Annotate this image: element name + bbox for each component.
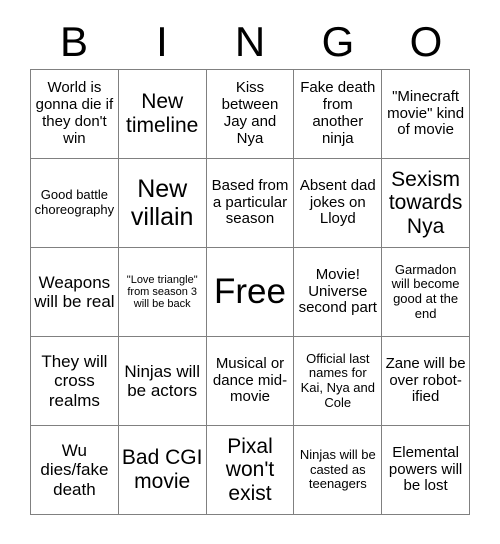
bingo-cell-label: Wu dies/fake death	[40, 441, 109, 499]
bingo-cell-label: Fake death from another ninja	[300, 79, 376, 147]
bingo-cell-label: Good battle choreography	[34, 187, 115, 217]
bingo-cell-label: Musical or dance mid-movie	[212, 354, 288, 406]
bingo-cell-label: New villain	[130, 175, 194, 231]
bingo-cell[interactable]: Movie! Universe second part	[294, 248, 383, 337]
bingo-cell-label: Elemental powers will be lost	[388, 443, 463, 495]
bingo-header-letter-o: O	[409, 17, 443, 65]
bingo-cell[interactable]: Good battle choreography	[31, 159, 119, 248]
bingo-cell[interactable]: Zane will be over robot-ified	[382, 337, 470, 426]
bingo-cell[interactable]: Ninjas will be casted as teenagers	[294, 426, 383, 515]
bingo-cell-label: Based from a particular season	[211, 176, 289, 228]
bingo-cell[interactable]: Based from a particular season	[206, 159, 295, 248]
bingo-cell[interactable]: Sexism towards Nya	[382, 159, 470, 248]
bingo-cell[interactable]: Absent dad jokes on Lloyd	[294, 159, 383, 248]
bingo-cell-label: Sexism towards Nya	[388, 167, 463, 238]
bingo-cell-label: Kiss between Jay and Nya	[221, 79, 279, 147]
bingo-header-letter-n: N	[234, 17, 266, 65]
bingo-header-letter-i: I	[156, 17, 168, 65]
bingo-cell[interactable]: "Minecraft movie" kind of movie	[382, 70, 470, 159]
bingo-cell-label: "Minecraft movie" kind of movie	[387, 87, 465, 139]
bingo-cell-label: Ninjas will be casted as teenagers	[299, 447, 376, 492]
bingo-cell-free[interactable]: Free	[206, 248, 295, 337]
bingo-grid: World is gonna die if they don't win New …	[30, 69, 470, 515]
bingo-cell[interactable]: Bad CGI movie	[118, 426, 207, 515]
bingo-cell-label: Official last names for Kai, Nya and Col…	[300, 350, 375, 410]
bingo-cell[interactable]: New timeline	[118, 70, 207, 159]
bingo-cell[interactable]: Kiss between Jay and Nya	[206, 70, 295, 159]
bingo-cell-label: They will cross realms	[41, 352, 108, 410]
bingo-cell-label: Absent dad jokes on Lloyd	[299, 176, 376, 228]
bingo-cell[interactable]: Musical or dance mid-movie	[206, 337, 295, 426]
bingo-header-letter-g: G	[321, 17, 355, 65]
bingo-cell[interactable]: Pixal won't exist	[206, 426, 295, 515]
bingo-cell[interactable]: Garmadon will become good at the end	[382, 248, 470, 337]
bingo-cell-label: Free	[214, 272, 286, 312]
bingo-cell-label: Bad CGI movie	[121, 446, 203, 493]
bingo-cell[interactable]: They will cross realms	[31, 337, 119, 426]
bingo-cell[interactable]: Wu dies/fake death	[31, 426, 119, 515]
bingo-cell-label: "Love triangle" from season 3 will be ba…	[126, 273, 198, 311]
bingo-cell[interactable]: World is gonna die if they don't win	[31, 70, 119, 159]
bingo-cell-label: Zane will be over robot-ified	[385, 354, 466, 406]
bingo-cell-label: World is gonna die if they don't win	[35, 79, 114, 147]
bingo-cell[interactable]: Weapons will be real	[31, 248, 119, 337]
bingo-header-row: B I N G O	[30, 14, 470, 69]
bingo-cell[interactable]: Official last names for Kai, Nya and Col…	[294, 337, 383, 426]
bingo-cell[interactable]: New villain	[118, 159, 207, 248]
bingo-cell-label: Garmadon will become good at the end	[391, 261, 460, 321]
bingo-cell[interactable]: Ninjas will be actors	[118, 337, 207, 426]
bingo-cell[interactable]: Elemental powers will be lost	[382, 426, 470, 515]
bingo-card: B I N G O World is gonna die if they don…	[0, 0, 500, 544]
bingo-cell-label: Pixal won't exist	[225, 434, 275, 505]
bingo-cell[interactable]: "Love triangle" from season 3 will be ba…	[118, 248, 207, 337]
bingo-cell-label: New timeline	[126, 90, 199, 137]
bingo-cell-label: Movie! Universe second part	[298, 265, 377, 317]
bingo-cell[interactable]: Fake death from another ninja	[294, 70, 383, 159]
bingo-header-letter-b: B	[59, 17, 88, 65]
bingo-cell-label: Ninjas will be actors	[124, 361, 200, 400]
bingo-cell-label: Weapons will be real	[34, 272, 115, 311]
